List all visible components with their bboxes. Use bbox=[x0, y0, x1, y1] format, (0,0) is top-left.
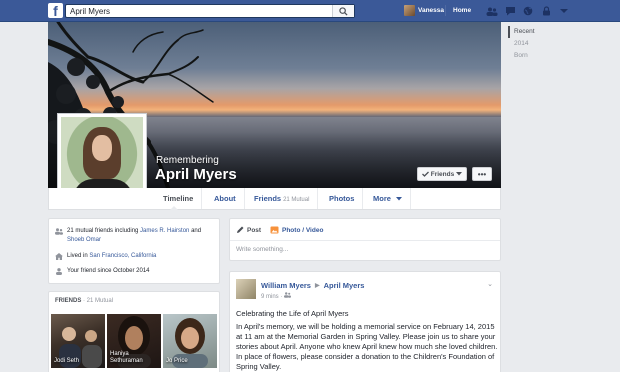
search-input[interactable] bbox=[66, 5, 326, 17]
mutual-friends-row: 21 mutual friends including James R. Hai… bbox=[55, 227, 215, 245]
chevron-down-icon bbox=[456, 172, 463, 176]
facebook-logo-icon[interactable]: f bbox=[48, 3, 63, 18]
user-name-link[interactable]: Vanessa bbox=[418, 7, 444, 14]
post-meta: 9 mins · bbox=[261, 292, 292, 300]
friend-thumbnail[interactable]: Haniya Sethuraman bbox=[107, 314, 161, 368]
checkmark-icon bbox=[421, 171, 429, 177]
year-born[interactable]: Born bbox=[508, 50, 568, 62]
divider bbox=[445, 5, 446, 16]
lived-place-link[interactable]: San Francisco, California bbox=[89, 253, 156, 259]
search-icon bbox=[339, 6, 348, 16]
friends-card-title[interactable]: FRIENDS · 21 Mutual bbox=[55, 298, 113, 304]
timeline-year-nav: Recent 2014 Born bbox=[508, 26, 568, 62]
friend-since-row: Your friend since October 2014 bbox=[55, 267, 150, 276]
tab-more[interactable]: More bbox=[365, 188, 412, 209]
profile-photo bbox=[61, 117, 143, 199]
mutual-friend-link-2[interactable]: Shoeb Omar bbox=[67, 237, 101, 243]
photo-icon bbox=[270, 226, 279, 234]
friend-thumbnail[interactable]: Jodi Seth bbox=[51, 314, 105, 368]
post-composer: Post Photo / Video Write something... bbox=[229, 218, 501, 261]
audience-friends-icon[interactable] bbox=[284, 292, 292, 298]
post-title: Celebrating the Life of April Myers bbox=[236, 309, 349, 318]
friend-name: Jodi Seth bbox=[54, 358, 80, 364]
mutual-friend-link-1[interactable]: James R. Hairston bbox=[140, 228, 189, 234]
lock-icon[interactable] bbox=[538, 5, 554, 17]
post-header: William Myers ▶ April Myers bbox=[261, 281, 364, 290]
messages-icon[interactable] bbox=[502, 5, 518, 17]
composer-post-tab[interactable]: Post bbox=[236, 226, 261, 234]
composer-divider bbox=[230, 240, 500, 241]
settings-dropdown-icon[interactable] bbox=[556, 5, 572, 17]
remembering-label: Remembering bbox=[156, 155, 219, 166]
home-link[interactable]: Home bbox=[453, 7, 471, 14]
tab-photos-label: Photos bbox=[329, 194, 355, 203]
friends-icon bbox=[55, 227, 63, 245]
tab-friends-label: Friends bbox=[254, 194, 282, 203]
post-options-chevron-icon[interactable]: ⌄ bbox=[487, 280, 493, 288]
mutual-friends-text: 21 mutual friends including James R. Hai… bbox=[67, 227, 201, 245]
friend-name: Haniya Sethuraman bbox=[110, 351, 143, 364]
right-arrow-icon: ▶ bbox=[314, 283, 320, 289]
friend-requests-icon[interactable] bbox=[484, 5, 500, 17]
friends-title-sub: · 21 Mutual bbox=[83, 298, 114, 304]
post-timestamp[interactable]: 9 mins · bbox=[261, 294, 284, 300]
tab-more-label: More bbox=[373, 194, 391, 203]
tab-timeline[interactable]: Timeline bbox=[155, 188, 203, 209]
top-navigation-bar: f Vanessa Home bbox=[0, 0, 620, 22]
post-author-avatar[interactable] bbox=[236, 279, 256, 299]
lived-in-row: Lived in San Francisco, California bbox=[55, 252, 156, 261]
pencil-icon bbox=[237, 226, 244, 233]
profile-nav-bar: Timeline About Friends 21 Mutual Photos M… bbox=[48, 188, 501, 210]
tab-friends[interactable]: Friends 21 Mutual bbox=[246, 188, 319, 209]
friends-button-label: Friends bbox=[430, 170, 455, 178]
home-icon bbox=[55, 252, 63, 261]
person-icon bbox=[55, 267, 63, 276]
composer-post-label: Post bbox=[247, 226, 262, 234]
post-body: In April's memory, we will be holding a … bbox=[236, 322, 498, 371]
composer-input[interactable]: Write something... bbox=[236, 246, 288, 253]
mutual-prefix: 21 mutual friends including bbox=[67, 228, 141, 234]
intro-card: 21 mutual friends including James R. Hai… bbox=[48, 218, 220, 284]
search-box bbox=[65, 4, 355, 18]
post-recipient-link[interactable]: April Myers bbox=[324, 281, 365, 290]
lived-in-text: Lived in San Francisco, California bbox=[67, 252, 156, 261]
composer-photo-label: Photo / Video bbox=[282, 226, 324, 234]
year-2014[interactable]: 2014 bbox=[508, 38, 568, 50]
tab-timeline-label: Timeline bbox=[163, 194, 194, 203]
tab-about[interactable]: About bbox=[206, 188, 245, 209]
tab-photos[interactable]: Photos bbox=[321, 188, 364, 209]
more-options-button[interactable]: ••• bbox=[472, 167, 492, 181]
tab-friends-count: 21 Mutual bbox=[283, 197, 310, 203]
mutual-and: and bbox=[189, 228, 202, 234]
post-author-link[interactable]: William Myers bbox=[261, 281, 311, 290]
tab-about-label: About bbox=[214, 194, 236, 203]
friends-title-label: FRIENDS bbox=[55, 298, 82, 304]
composer-photo-tab[interactable]: Photo / Video bbox=[270, 226, 323, 234]
user-avatar[interactable] bbox=[404, 5, 415, 16]
notifications-globe-icon[interactable] bbox=[520, 5, 536, 17]
friends-card: FRIENDS · 21 Mutual Jodi Seth Haniya Set… bbox=[48, 291, 220, 372]
lived-prefix: Lived in bbox=[67, 253, 90, 259]
profile-name[interactable]: April Myers bbox=[155, 166, 237, 183]
timeline-post: William Myers ▶ April Myers 9 mins · ⌄ C… bbox=[229, 271, 501, 372]
top-icons-group bbox=[484, 5, 572, 17]
friend-thumbnail[interactable]: Jo Price bbox=[163, 314, 217, 368]
friend-since-text: Your friend since October 2014 bbox=[67, 268, 150, 274]
friend-name: Jo Price bbox=[166, 358, 188, 364]
search-button[interactable] bbox=[332, 5, 354, 17]
chevron-down-icon bbox=[396, 197, 403, 201]
profile-photo-face bbox=[92, 135, 112, 161]
friends-button[interactable]: Friends bbox=[417, 167, 467, 181]
year-recent[interactable]: Recent bbox=[508, 26, 568, 38]
